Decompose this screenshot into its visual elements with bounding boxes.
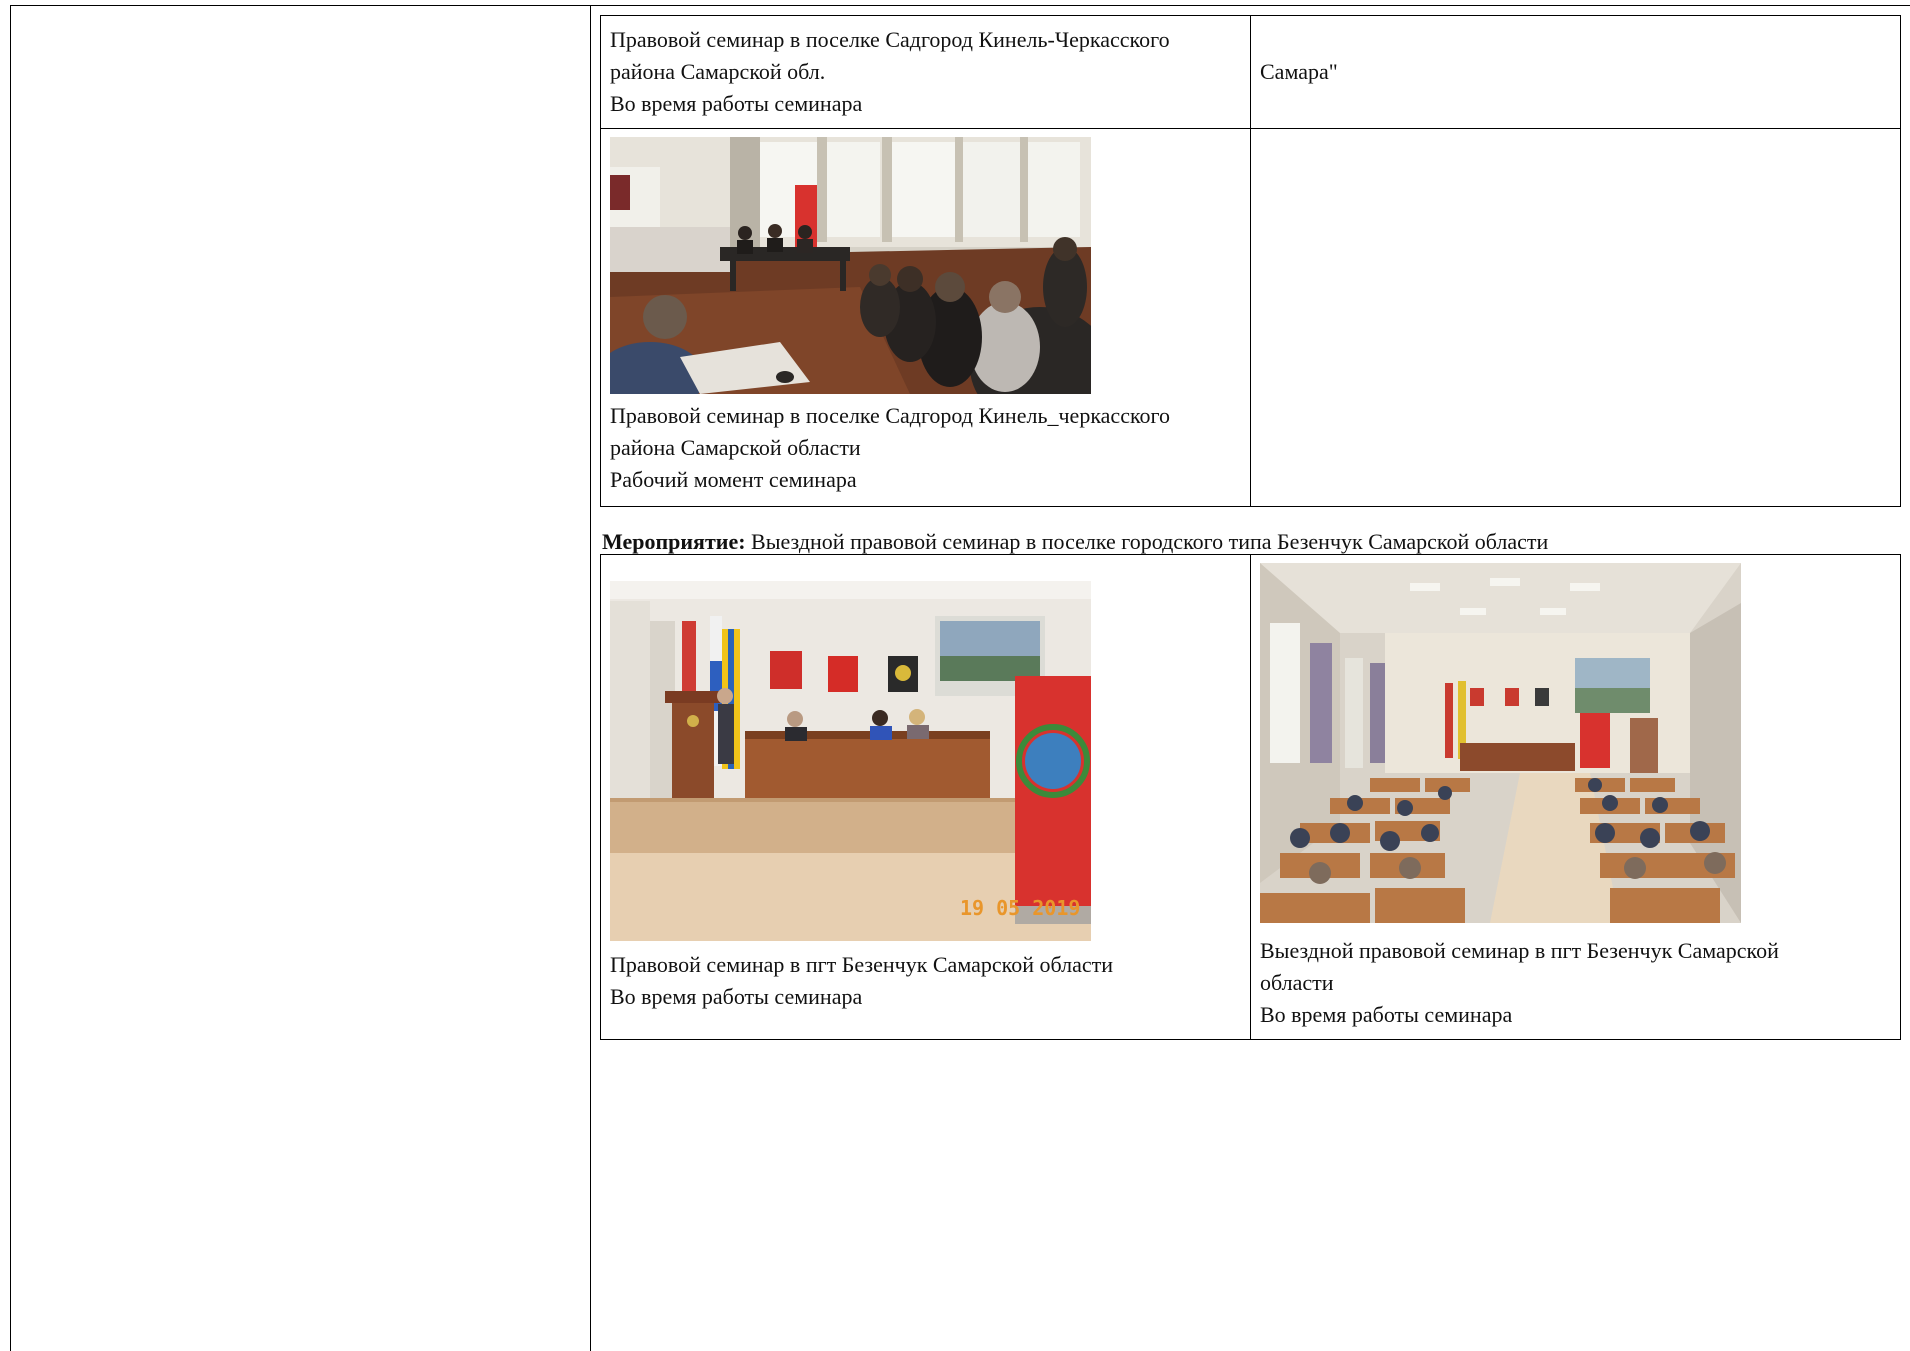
- seminar-photo-sadgorod: [610, 137, 1091, 394]
- outer-border-top: [10, 5, 1910, 7]
- seminar-photo-bezenchuk-stage: 19 05 2019: [610, 581, 1091, 941]
- event-text: Выездной правовой семинар в поселке горо…: [745, 529, 1549, 554]
- empty-cell: [1250, 128, 1901, 507]
- table-row: Правовой семинар в поселке Садгород Кине…: [600, 128, 1901, 507]
- caption-line: Во время работы семинара: [610, 91, 863, 116]
- photo-caption: Правовой семинар в пгт Безенчук Самарско…: [610, 949, 1241, 1013]
- caption-line: Во время работы семинара: [1260, 1002, 1513, 1027]
- caption-line: Правовой семинар в поселке Садгород Кине…: [610, 403, 1171, 428]
- caption-line: Выездной правовой семинар в пгт Безенчук…: [1260, 938, 1779, 963]
- seminar-photo-bezenchuk-hall: [1260, 563, 1741, 923]
- caption-line: области: [1260, 970, 1334, 995]
- table-row: 19 05 2019 Правовой семинар в пгт Безенч…: [600, 554, 1901, 1040]
- outer-border-left: [10, 5, 12, 1351]
- caption-line: Правовой семинар в поселке Садгород Кине…: [610, 27, 1170, 52]
- photo-cell-right: Выездной правовой семинар в пгт Безенчук…: [1250, 554, 1901, 1040]
- event-heading: Мероприятие: Выездной правовой семинар в…: [602, 527, 1548, 557]
- photo-cell-left: 19 05 2019 Правовой семинар в пгт Безенч…: [600, 554, 1251, 1040]
- photo-caption: Выездной правовой семинар в пгт Безенчук…: [1260, 935, 1891, 1031]
- seminar-table-bezenchuk: 19 05 2019 Правовой семинар в пгт Безенч…: [600, 554, 1901, 1040]
- table-row: Правовой семинар в поселке Садгород Кине…: [600, 15, 1901, 129]
- cell-text: Самара": [1260, 59, 1338, 84]
- column-divider: [590, 5, 592, 1351]
- photo-date-stamp: 19 05 2019: [960, 896, 1080, 920]
- event-label: Мероприятие:: [602, 529, 746, 554]
- caption-line: Рабочий момент семинара: [610, 467, 857, 492]
- caption-line: района Самарской обл.: [610, 59, 826, 84]
- text-cell: Самара": [1250, 15, 1901, 129]
- caption-line: Во время работы семинара: [610, 984, 863, 1009]
- caption-cell: Правовой семинар в поселке Садгород Кине…: [600, 15, 1251, 129]
- photo-caption: Правовой семинар в поселке Садгород Кине…: [610, 400, 1241, 496]
- caption-line: района Самарской области: [610, 435, 861, 460]
- photo-cell: Правовой семинар в поселке Садгород Кине…: [600, 128, 1251, 507]
- seminar-table-sadgorod: Правовой семинар в поселке Садгород Кине…: [600, 15, 1901, 507]
- caption-line: Правовой семинар в пгт Безенчук Самарско…: [610, 952, 1114, 977]
- document-page: Правовой семинар в поселке Садгород Кине…: [0, 0, 1910, 1351]
